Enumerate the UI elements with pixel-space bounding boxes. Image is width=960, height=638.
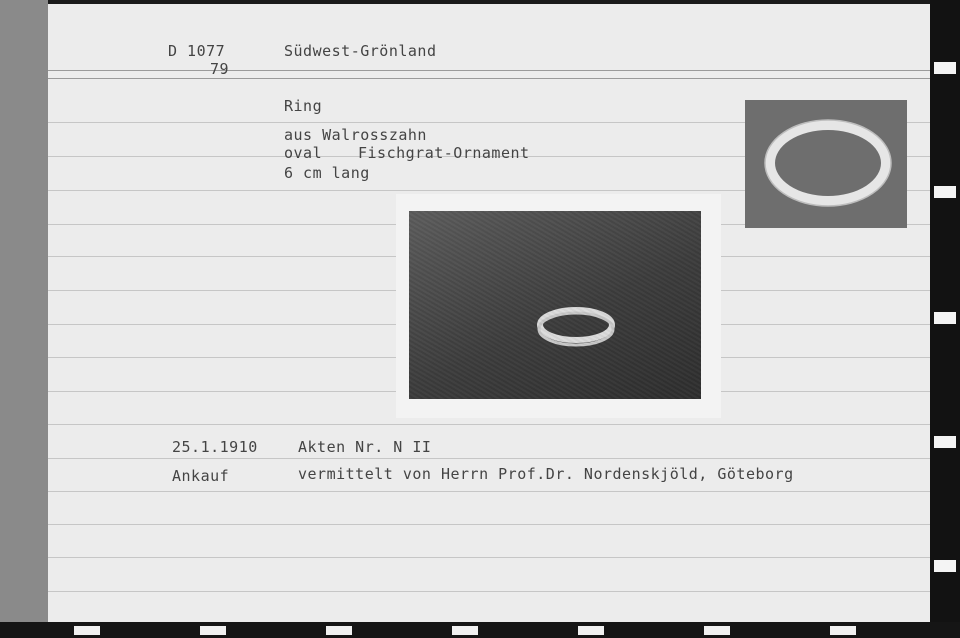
card-rule [48,524,930,525]
region: Südwest-Grönland [284,42,437,60]
film-perforation [326,626,352,635]
card-rule [48,458,930,459]
catalog-number: D 1077 [168,42,226,60]
film-perforation [934,186,956,198]
header-rule-lower [48,78,930,79]
header-rule [48,70,930,71]
material: aus Walrosszahn [284,126,427,144]
film-perforation [830,626,856,635]
ring-photo-perspective-icon [537,307,615,347]
object-name: Ring [284,97,323,115]
catalog-card: D 1077 79 Südwest-Grönland Ring aus Walr… [48,4,930,624]
card-rule [48,591,930,592]
scan-left-edge [0,0,48,638]
film-perforation [452,626,478,635]
film-perforation [934,312,956,324]
file-reference: Akten Nr. N II [298,438,432,456]
card-rule [48,424,930,425]
acquisition-type: Ankauf [172,467,230,485]
acquisition-date: 25.1.1910 [172,438,258,456]
catalog-subnumber: 79 [210,60,230,78]
ring-photo-top-view-icon [764,119,892,207]
card-rule [48,557,930,558]
film-perforation [934,62,956,74]
film-perforation [200,626,226,635]
shape: oval [284,144,323,162]
film-perforation [934,436,956,448]
film-perforation [578,626,604,635]
acquisition-note: vermittelt von Herrn Prof.Dr. Nordenskjö… [298,465,794,483]
card-rule [48,491,930,492]
ring-perspective-photo [396,194,721,418]
film-perforation [74,626,100,635]
ornament: Fischgrat-Ornament [358,144,530,162]
film-strip-bottom [0,622,960,638]
film-perforation [934,560,956,572]
ring-top-view-photo [745,100,907,228]
ring-photo-image [409,211,701,399]
film-perforation [704,626,730,635]
size: 6 cm lang [284,164,370,182]
